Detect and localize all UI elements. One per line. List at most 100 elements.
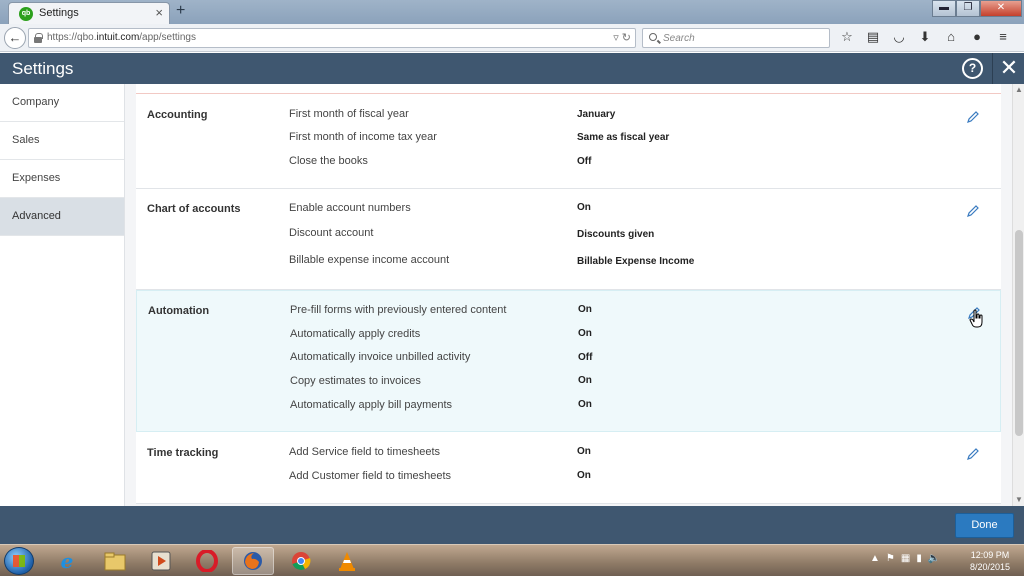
scroll-up-arrow-icon[interactable]: ▲ [1013,84,1024,96]
setting-value: Discounts given [577,229,655,240]
setting-label: Enable account numbers [289,202,411,214]
sidebar-item-advanced[interactable]: Advanced [0,198,124,236]
section-automation[interactable]: Automation Pre-fill forms with previousl… [136,290,1001,432]
pencil-icon[interactable] [966,204,980,218]
settings-content: Accounting First month of fiscal year Ja… [125,84,1012,506]
volume-icon[interactable]: 🔈 [928,553,940,564]
minimize-button[interactable]: ▬ [932,0,956,17]
screen: qb Settings × + ▬ ❐ ✕ ← https://qbo.intu… [0,0,1024,576]
browser-tab[interactable]: qb Settings × [8,2,170,24]
search-input[interactable]: Search [642,28,830,48]
windows-taskbar: e ▲ ⚑ ▦ ▮ 🔈 12:09 PM 8/20/2015 [0,544,1024,576]
setting-value: On [578,399,592,410]
section-accounting[interactable]: Accounting First month of fiscal year Ja… [136,94,1001,189]
section-title: Automation [148,305,210,317]
top-divider [136,84,1001,94]
pencil-icon[interactable] [966,110,980,124]
section-title: Accounting [147,109,208,121]
sidebar-item-company[interactable]: Company [0,84,124,122]
setting-label: Automatically apply credits [290,328,421,340]
address-bar[interactable]: https://qbo.intuit.com/app/settings ▿ ↻ [28,28,636,48]
scroll-thumb[interactable] [1015,230,1023,436]
setting-value: Off [577,156,592,167]
setting-value: On [577,202,591,213]
svg-text:e: e [61,549,74,573]
pencil-icon[interactable] [966,447,980,461]
setting-value: On [578,375,592,386]
action-center-flag-icon[interactable]: ⚑ [886,553,895,564]
settings-sidebar: Company Sales Expenses Advanced [0,84,125,506]
back-button[interactable]: ← [4,27,26,49]
setting-value: January [577,109,616,120]
signal-icon[interactable]: ▮ [916,553,922,564]
scroll-down-arrow-icon[interactable]: ▼ [1013,494,1024,506]
vlc-icon[interactable] [326,547,368,575]
setting-label: Pre-fill forms with previously entered c… [290,304,507,316]
section-time-tracking[interactable]: Time tracking Add Service field to times… [136,432,1001,504]
window-controls: ▬ ❐ ✕ [932,0,1022,17]
section-chart-of-accounts[interactable]: Chart of accounts Enable account numbers… [136,189,1001,290]
opera-icon[interactable] [186,547,228,575]
tab-title: Settings [39,7,79,19]
browser-tab-bar: qb Settings × + ▬ ❐ ✕ [0,0,1024,24]
close-icon[interactable]: ✕ [998,56,1020,80]
home-icon[interactable]: ⌂ [942,28,960,46]
lock-icon [34,33,43,43]
pocket-icon[interactable]: ◡ [890,28,908,46]
taskbar-clock[interactable]: 12:09 PM 8/20/2015 [960,549,1020,573]
setting-label: Copy estimates to invoices [290,375,421,387]
sidebar-item-expenses[interactable]: Expenses [0,160,124,198]
browser-toolbar: ☆ ▤ ◡ ⬇ ⌂ ● ≡ [838,28,1012,46]
setting-value: On [577,446,591,457]
content-scrollbar[interactable]: ▲ ▼ [1012,84,1024,506]
setting-label: Billable expense income account [289,254,450,266]
setting-label: Add Customer field to timesheets [289,470,452,482]
page-title: Settings [12,59,74,78]
done-button[interactable]: Done [955,513,1014,538]
browser-nav-bar: ← https://qbo.intuit.com/app/settings ▿ … [0,24,1024,52]
setting-label: Discount account [289,227,374,239]
sidebar-item-sales[interactable]: Sales [0,122,124,160]
setting-label: Add Service field to timesheets [289,446,441,458]
bookmark-star-icon[interactable]: ☆ [838,28,856,46]
system-tray: ▲ ⚑ ▦ ▮ 🔈 [870,553,940,564]
start-button[interactable] [4,547,34,575]
clock-time: 12:09 PM [970,550,1010,560]
new-tab-button[interactable]: + [176,3,185,19]
internet-explorer-icon[interactable]: e [46,547,88,575]
menu-icon[interactable]: ≡ [994,28,1012,46]
tab-close-icon[interactable]: × [155,6,163,20]
setting-value: On [578,304,592,315]
help-icon[interactable]: ? [962,58,983,79]
reload-icon[interactable]: ▿ ↻ [613,31,631,44]
download-icon[interactable]: ⬇ [916,28,934,46]
setting-value: On [578,328,592,339]
clock-date: 8/20/2015 [969,562,1011,572]
maximize-button[interactable]: ❐ [956,0,980,17]
settings-footer: Done [0,506,1024,544]
setting-value: On [577,470,591,481]
setting-value: Billable Expense Income [577,256,695,267]
setting-label: Automatically invoice unbilled activity [290,351,471,363]
url-text: https://qbo.intuit.com/app/settings [47,32,196,43]
setting-label: First month of income tax year [289,131,437,143]
setting-label: Automatically apply bill payments [290,399,453,411]
setting-value: Off [578,352,593,363]
firefox-icon[interactable] [232,547,274,575]
tray-expand-icon[interactable]: ▲ [870,553,880,564]
chrome-icon[interactable] [280,547,322,575]
hand-cursor-icon [969,309,983,328]
file-explorer-icon[interactable] [94,547,136,575]
search-icon [649,33,657,41]
setting-value: Same as fiscal year [577,132,670,143]
settings-header: Settings ? ✕ [0,53,1024,84]
setting-label: First month of fiscal year [289,108,409,120]
search-placeholder: Search [663,33,695,44]
chat-icon[interactable]: ● [968,28,986,46]
reading-list-icon[interactable]: ▤ [864,28,882,46]
window-close-button[interactable]: ✕ [980,0,1022,17]
network-icon[interactable]: ▦ [901,553,910,564]
header-divider [992,53,993,84]
media-player-icon[interactable] [140,547,182,575]
quickbooks-favicon-icon: qb [19,7,33,21]
